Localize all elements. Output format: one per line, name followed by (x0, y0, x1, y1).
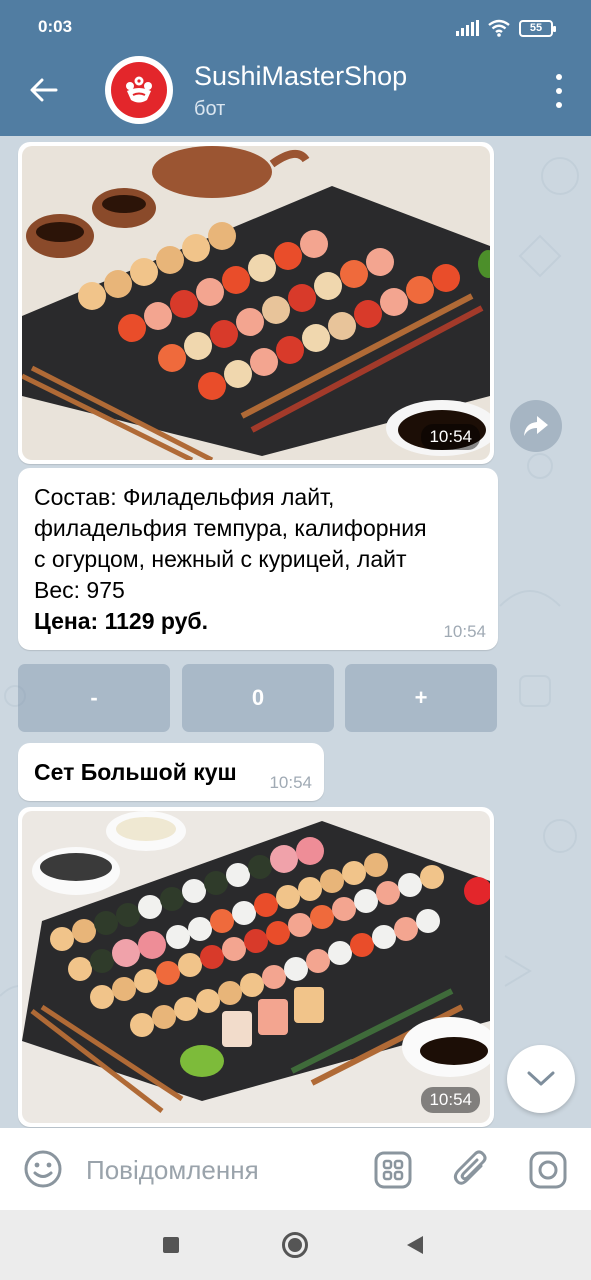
more-vertical-icon (556, 74, 562, 80)
home-button[interactable] (278, 1228, 312, 1262)
back-nav-button[interactable] (398, 1228, 432, 1262)
bot-avatar[interactable] (105, 56, 173, 124)
square-icon (163, 1237, 179, 1253)
set-name-text: Сет Большой куш (34, 759, 237, 785)
status-icons: 55 (456, 16, 556, 40)
camera-icon (529, 1151, 567, 1189)
chat-subtitle: бот (194, 98, 226, 120)
photo-message-2[interactable]: 10:54 (18, 807, 494, 1127)
sushi-logo-icon (111, 62, 167, 118)
attach-button[interactable] (450, 1149, 492, 1191)
photo-message-1[interactable]: 10:54 (18, 142, 494, 464)
paperclip-icon (453, 1150, 487, 1185)
chat-header: SushiMasterShop бот (0, 44, 591, 136)
quantity-value-button[interactable]: 0 (182, 664, 334, 732)
chevron-down-icon (527, 1071, 555, 1086)
battery-level: 55 (529, 22, 543, 34)
back-button[interactable] (22, 70, 66, 110)
grid-icon (374, 1151, 412, 1189)
photo-2-time: 10:54 (421, 1087, 480, 1113)
arrow-left-icon (30, 78, 58, 102)
share-button[interactable] (510, 400, 562, 452)
wifi-icon (488, 19, 510, 37)
increase-quantity-button[interactable]: + (345, 664, 497, 732)
battery-icon: 55 (519, 19, 556, 37)
product-message-time: 10:54 (443, 622, 486, 641)
product-composition-line-2: филадельфия темпура, калифорния (34, 515, 427, 541)
product-composition-line-3: с огурцом, нежный с курицей, лайт (34, 546, 407, 572)
decrease-quantity-button[interactable]: - (18, 664, 170, 732)
message-input[interactable] (86, 1153, 346, 1187)
status-time: 0:03 (38, 17, 73, 36)
emoji-icon (24, 1150, 62, 1188)
share-icon (524, 416, 548, 436)
chat-area[interactable]: 10:54 Состав: Филадельфия лайт, филадель… (0, 136, 591, 1128)
more-menu-button[interactable] (551, 74, 567, 108)
message-input-bar (0, 1128, 591, 1210)
sushi-set-photo-2[interactable]: 10:54 (22, 811, 490, 1123)
product-composition-line-1: Состав: Филадельфия лайт, (34, 484, 335, 510)
signal-icon (456, 20, 479, 36)
recents-button[interactable] (154, 1228, 188, 1262)
sushi-set-photo-1[interactable]: 10:54 (22, 146, 490, 460)
system-navigation-bar (0, 1210, 591, 1280)
bot-commands-button[interactable] (372, 1149, 414, 1191)
camera-button[interactable] (527, 1149, 569, 1191)
product-description-message[interactable]: Состав: Филадельфия лайт, филадельфия те… (18, 468, 498, 650)
photo-1-time: 10:54 (421, 424, 480, 450)
scroll-to-bottom-button[interactable] (507, 1045, 575, 1113)
set-name-time: 10:54 (269, 773, 312, 792)
chat-title[interactable]: SushiMasterShop (194, 61, 407, 92)
product-weight: Вес: 975 (34, 577, 125, 603)
emoji-button[interactable] (22, 1148, 64, 1190)
product-price: Цена: 1129 руб. (34, 608, 209, 634)
set-name-message[interactable]: Сет Большой куш 10:54 (18, 743, 324, 801)
triangle-back-icon (407, 1236, 423, 1254)
home-circle-icon (282, 1232, 308, 1258)
